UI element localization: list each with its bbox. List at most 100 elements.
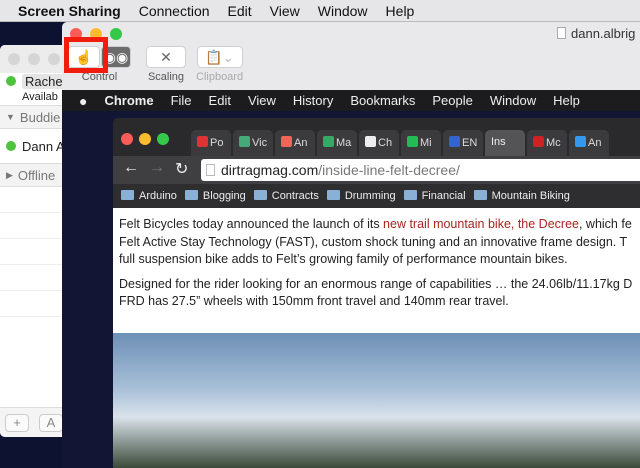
address-bar[interactable]: dirtragmag.com/inside-line-felt-decree/: [201, 159, 640, 181]
remote-menu-people[interactable]: People: [432, 93, 472, 108]
tab-label: Mc: [546, 137, 561, 149]
bookmark-label: Mountain Biking: [491, 190, 570, 202]
remote-menu-file[interactable]: File: [171, 93, 192, 108]
group-label: Offline: [17, 167, 56, 183]
group-label: Buddie: [19, 109, 61, 125]
favicon-icon: [323, 136, 334, 147]
tab[interactable]: Ch: [359, 130, 399, 156]
remote-menu-app[interactable]: Chrome: [104, 93, 153, 108]
text: , which fe: [578, 217, 632, 231]
group-offline[interactable]: ▶ Offline: [0, 163, 62, 187]
favicon-icon: [407, 136, 418, 147]
zoom-button[interactable]: [157, 133, 169, 145]
close-button[interactable]: [8, 53, 20, 65]
tab-label: EN: [462, 137, 478, 149]
tab-label: An: [588, 137, 602, 149]
remote-menu-history[interactable]: History: [293, 93, 333, 108]
tab[interactable]: An: [275, 130, 315, 156]
divider: [0, 265, 62, 291]
bookmark-item[interactable]: Arduino: [121, 190, 177, 202]
highlight-box: [64, 37, 108, 73]
account-status[interactable]: Availab: [0, 89, 62, 105]
tab-strip: Po Vic An Ma Ch Mi EN Ins Mc An: [113, 118, 640, 156]
reload-icon[interactable]: ↻: [175, 159, 188, 179]
article-link[interactable]: new trail mountain bike, the Decree: [383, 217, 579, 231]
remote-screen[interactable]: ● Chrome File Edit View History Bookmark…: [62, 90, 640, 468]
bookmark-label: Blogging: [202, 190, 246, 202]
favicon-icon: [281, 136, 292, 147]
folder-icon: [253, 190, 267, 200]
remote-menu-help[interactable]: Help: [553, 93, 580, 108]
scaling-label: Scaling: [147, 71, 185, 83]
folder-icon: [184, 190, 198, 200]
document-icon: [557, 27, 566, 39]
buddy-item[interactable]: Dann A: [0, 129, 62, 163]
favicon-icon: [365, 136, 376, 147]
add-buddy-button[interactable]: +: [5, 414, 29, 432]
bookmark-item[interactable]: Drumming: [326, 190, 396, 202]
tab-label: Ch: [378, 137, 393, 149]
remote-menu-view[interactable]: View: [248, 93, 276, 108]
bookmark-item[interactable]: Financial: [403, 190, 466, 202]
bookmark-item[interactable]: Blogging: [184, 190, 246, 202]
favicon-icon: [239, 136, 250, 147]
menu-edit[interactable]: Edit: [228, 3, 252, 19]
tab-label: Mi: [420, 137, 432, 149]
tab[interactable]: EN: [443, 130, 483, 156]
menu-view[interactable]: View: [270, 3, 300, 19]
tab[interactable]: Mc: [527, 130, 567, 156]
account-row[interactable]: Rache: [0, 73, 62, 89]
text: FRD has 27.5” wheels with 150mm front tr…: [119, 294, 509, 308]
back-icon[interactable]: ←: [123, 159, 139, 177]
format-button[interactable]: A: [39, 414, 62, 432]
tab[interactable]: Ins: [485, 130, 525, 156]
menu-bar: Screen Sharing Connection Edit View Wind…: [0, 0, 640, 22]
menu-app-name[interactable]: Screen Sharing: [18, 3, 121, 19]
bookmark-label: Arduino: [139, 190, 177, 202]
minimize-button[interactable]: [28, 53, 40, 65]
tab-label: Po: [210, 137, 224, 149]
zoom-button[interactable]: [110, 28, 122, 40]
bookmark-item[interactable]: Mountain Biking: [473, 190, 570, 202]
close-button[interactable]: [121, 133, 133, 145]
article-paragraph-2: Designed for the rider looking for an en…: [119, 276, 640, 311]
window-title: dann.albrig: [557, 26, 635, 41]
favicon-icon: [449, 136, 460, 147]
tab[interactable]: An: [569, 130, 609, 156]
favicon-icon: [575, 136, 586, 147]
url-path: /inside-line-felt-decree/: [318, 162, 460, 178]
tab[interactable]: Po: [191, 130, 231, 156]
tab[interactable]: Vic: [233, 130, 273, 156]
remote-menu-window[interactable]: Window: [490, 93, 536, 108]
apple-icon[interactable]: ●: [79, 93, 87, 109]
tab[interactable]: Mi: [401, 130, 441, 156]
group-buddies[interactable]: ▼ Buddie: [0, 105, 62, 129]
folder-icon: [121, 190, 134, 200]
menu-help[interactable]: Help: [386, 3, 415, 19]
text: Felt Bicycles today announced the launch…: [119, 217, 384, 231]
tab[interactable]: Ma: [317, 130, 357, 156]
bookmarks-bar: Arduino Blogging Contracts Drumming Financia…: [113, 184, 640, 208]
remote-menu-edit[interactable]: Edit: [209, 93, 231, 108]
remote-menu-bookmarks[interactable]: Bookmarks: [350, 93, 415, 108]
chrome-window: Po Vic An Ma Ch Mi EN Ins Mc An ← → ↻ dirtragmag.…: [113, 118, 640, 468]
minimize-button[interactable]: [139, 133, 151, 145]
messages-footer: + A: [0, 407, 62, 437]
bookmark-item[interactable]: Contracts: [253, 190, 319, 202]
menu-window[interactable]: Window: [318, 3, 368, 19]
text: Felt Active Stay Technology (FAST), cust…: [119, 234, 628, 249]
clipboard-button[interactable]: 📋⌄ Clipboard: [196, 46, 243, 83]
scaling-button[interactable]: ✕ Scaling: [146, 46, 186, 83]
divider: [0, 239, 62, 265]
account-name: Rache: [22, 73, 62, 89]
scaling-icon: ✕: [146, 46, 186, 68]
remote-menu-bar: ● Chrome File Edit View History Bookmark…: [62, 90, 640, 111]
forward-icon[interactable]: →: [149, 159, 165, 177]
tab-label: An: [294, 137, 308, 149]
status-dot: [6, 141, 16, 151]
zoom-button[interactable]: [48, 53, 60, 65]
article-photo: [113, 333, 640, 468]
divider: [0, 291, 62, 317]
menu-connection[interactable]: Connection: [139, 3, 210, 19]
screen-sharing-window: dann.albrig ☝ ◉◉ Control ✕ Scaling 📋⌄ Clipbo…: [62, 22, 640, 468]
